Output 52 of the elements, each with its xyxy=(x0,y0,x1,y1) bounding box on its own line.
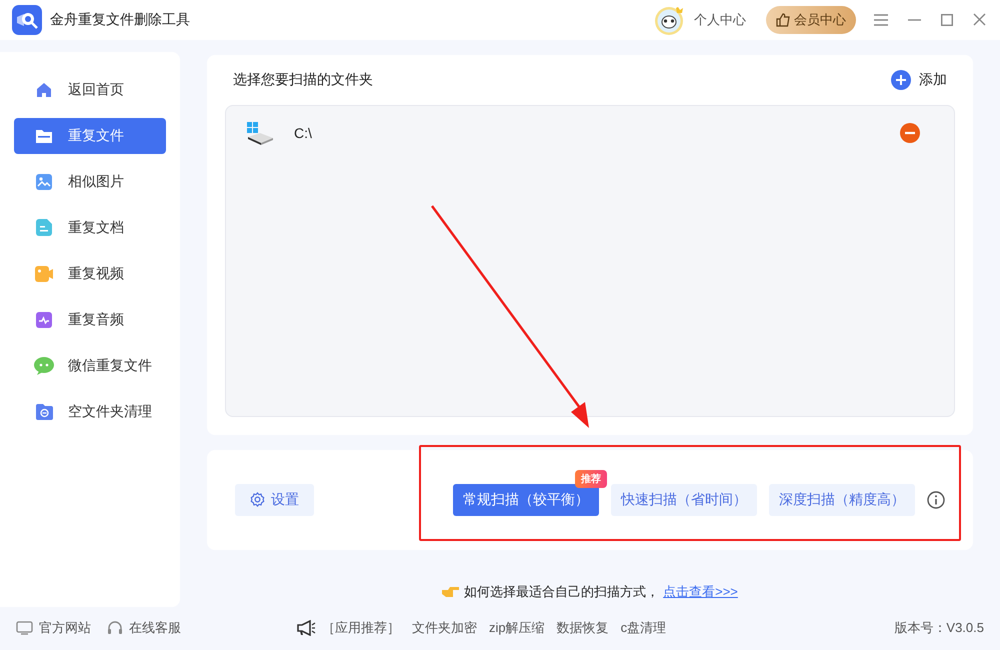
promo-link[interactable]: 文件夹加密 xyxy=(412,619,477,638)
image-icon xyxy=(36,174,52,190)
minimize-icon[interactable] xyxy=(908,18,921,21)
scan-mode-button[interactable]: 深度扫描（精度高） xyxy=(769,484,915,516)
audio-wave-icon xyxy=(36,312,52,328)
menu-icon[interactable] xyxy=(874,14,888,26)
view-link[interactable]: 点击查看>>> xyxy=(663,582,738,601)
maximize-icon[interactable] xyxy=(941,14,953,26)
home-icon xyxy=(36,82,52,98)
folder-icon xyxy=(35,128,53,144)
sidebar-item[interactable]: 相似图片 xyxy=(14,164,166,200)
app-title: 金舟重复文件删除工具 xyxy=(50,10,191,29)
sidebar-item[interactable]: 重复文件 xyxy=(14,118,166,154)
sidebar-item[interactable]: 返回首页 xyxy=(14,72,166,108)
info-icon[interactable] xyxy=(927,490,945,509)
add-folder-button[interactable]: 添加 xyxy=(891,70,947,90)
sidebar-item[interactable]: 空文件夹清理 xyxy=(14,394,166,430)
panel-title: 选择您要扫描的文件夹 xyxy=(233,70,374,89)
sidebar-item[interactable]: 重复文档 xyxy=(14,210,166,246)
promo-label: ［应用推荐］ xyxy=(322,619,400,638)
video-icon xyxy=(35,266,53,282)
promo-link[interactable]: 数据恢复 xyxy=(556,619,609,638)
user-center-link[interactable]: 个人中心 xyxy=(694,10,746,29)
empty-folder-icon xyxy=(36,404,52,420)
settings-icon xyxy=(250,492,265,508)
sidebar-item[interactable]: 重复视频 xyxy=(14,256,166,292)
recommend-badge: 推荐 xyxy=(575,470,607,488)
remove-icon[interactable] xyxy=(900,122,920,143)
scan-mode-button[interactable]: 常规扫描（较平衡） xyxy=(453,484,599,516)
version-label: 版本号：V3.0.5 xyxy=(894,619,984,638)
pointing-hand-icon xyxy=(442,586,460,598)
headset-icon xyxy=(107,620,123,636)
sidebar-item[interactable]: 微信重复文件 xyxy=(14,348,166,384)
footer-link[interactable]: 官方网站 xyxy=(16,619,91,638)
chat-icon xyxy=(34,356,54,375)
sidebar-item[interactable]: 重复音频 xyxy=(14,302,166,338)
hint-text: 如何选择最适合自己的扫描方式， xyxy=(464,582,660,601)
thumbs-up-icon xyxy=(776,12,790,27)
footer-link[interactable]: 在线客服 xyxy=(107,619,181,638)
promo-link[interactable]: c盘清理 xyxy=(620,619,666,638)
plus-icon xyxy=(891,70,911,90)
megaphone-icon xyxy=(296,620,316,636)
vip-center-button[interactable]: 会员中心 xyxy=(766,6,856,34)
drive-icon xyxy=(246,120,274,145)
settings-button[interactable]: 设置 xyxy=(235,484,314,516)
promo-link[interactable]: zip解压缩 xyxy=(489,619,545,638)
monitor-icon xyxy=(16,621,33,636)
close-icon[interactable] xyxy=(973,13,986,26)
scan-mode-button[interactable]: 快速扫描（省时间） xyxy=(611,484,757,516)
app-logo-icon xyxy=(12,4,42,35)
document-icon xyxy=(36,219,52,236)
folder-path: C:\ xyxy=(294,124,313,141)
